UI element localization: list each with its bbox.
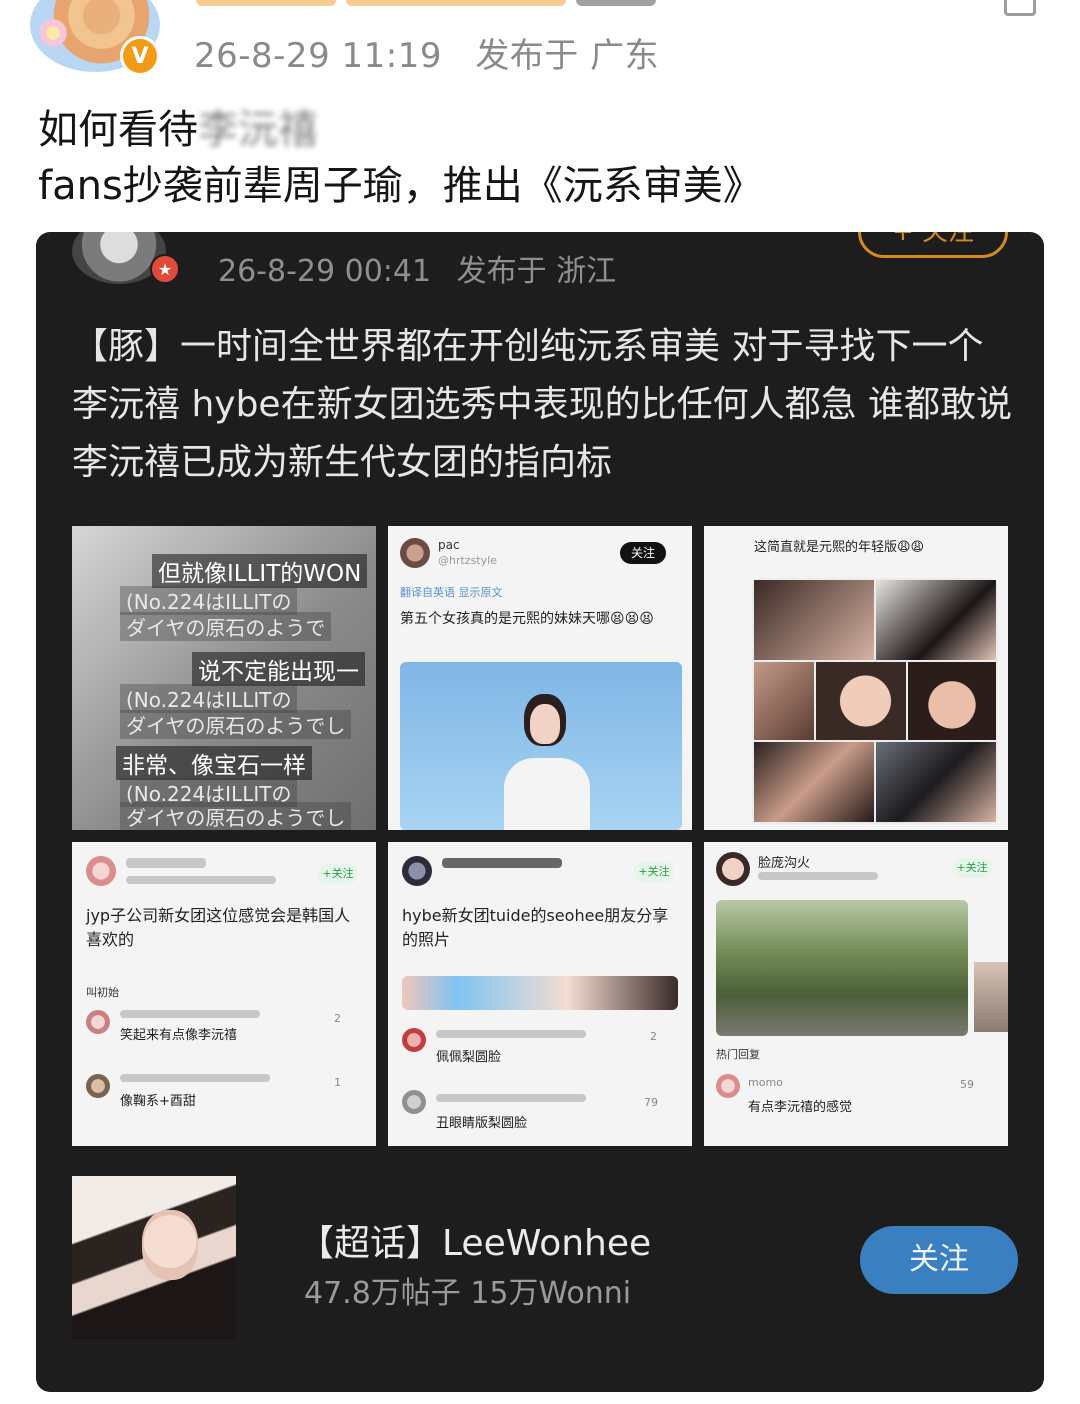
- topic-title: 【超话】LeeWonhee: [298, 1223, 652, 1264]
- subtitle-line: ダイヤの原石のようでし: [120, 802, 352, 830]
- comment-text: 笑起来有点像李沅禧: [120, 1028, 238, 1043]
- comment-likes: 2: [650, 1030, 657, 1043]
- post-text-part: 如何看待: [38, 107, 198, 153]
- mini-photo: [400, 662, 682, 830]
- comment-text: 像鞠系+酉甜: [120, 1094, 196, 1109]
- post-header: V 26-8-29 11:19 发布于 广东: [0, 0, 1080, 92]
- embedded-meta: 26-8-29 00:41 发布于 浙江: [218, 246, 632, 290]
- blurred-commenter: [120, 1074, 270, 1082]
- mini-translate: 翻译自英语 显示原文: [400, 586, 503, 599]
- subtitle-line: (No.224はILLITの: [120, 684, 298, 713]
- author-name-obscured[interactable]: [196, 0, 676, 12]
- embedded-timestamp: 26-8-29 00:41: [218, 254, 432, 289]
- mini-text: jyp子公司新女团这位感觉会是韩国人喜欢的: [86, 906, 351, 949]
- comment-likes: 59: [960, 1078, 974, 1091]
- mini-text: 第五个女孩真的是元熙的妹妹天哪😫😫😫: [400, 611, 654, 627]
- post-meta: 26-8-29 11:19 发布于 广东: [194, 28, 681, 77]
- collage-photo: [876, 580, 996, 660]
- post-location: 发布于 广东: [475, 36, 660, 76]
- collage-photo: [754, 742, 874, 822]
- embedded-follow-button: + 关注: [858, 232, 1008, 258]
- super-topic-card: 【超话】LeeWonhee 47.8万帖子 15万Wonni 关注: [72, 1176, 1018, 1344]
- comment-text: 丑眼睛版梨圆脸: [436, 1116, 528, 1131]
- mini-photo: [402, 976, 678, 1010]
- mini-text: hybe新女团tuide的seohee朋友分享的照片: [402, 906, 669, 949]
- grid-image-5: +关注 hybe新女团tuide的seohee朋友分享的照片 佩佩梨圆脸 2 丑…: [388, 842, 692, 1146]
- mini-follow: +关注: [318, 864, 358, 884]
- subtitle-line: 说不定能出现一: [192, 652, 365, 686]
- collage-photo: [754, 580, 874, 660]
- mini-comments-label: 叫初始: [86, 986, 119, 999]
- post-text-blurred: 李沅禧: [198, 107, 318, 153]
- comment-avatar: [86, 1010, 110, 1034]
- collage-photo: [908, 662, 996, 740]
- blurred-commenter: [120, 1010, 260, 1018]
- comment-avatar: [86, 1074, 110, 1098]
- blurred-sub: [758, 872, 878, 880]
- embedded-screenshot[interactable]: ★ 26-8-29 00:41 发布于 浙江 + 关注 【豚】一时间全世界都在开…: [36, 232, 1044, 1392]
- mini-handle: @hrtzstyle: [438, 554, 497, 567]
- blurred-name: [442, 858, 562, 868]
- comment-text: 有点李沅禧的感觉: [748, 1100, 853, 1115]
- subtitle-line: 但就像ILLIT的WON: [152, 554, 368, 588]
- blurred-commenter: [436, 1094, 586, 1102]
- mini-follow: 关注: [620, 542, 666, 564]
- grid-image-1: 但就像ILLIT的WON (No.224はILLITの ダイヤの原石のようで 说…: [72, 526, 376, 830]
- collage-photo: [876, 742, 996, 822]
- collage-photo: [754, 662, 814, 740]
- post-timestamp: 26-8-29 11:19: [194, 36, 442, 76]
- blurred-sub: [126, 876, 276, 884]
- grid-image-2: pac @hrtzstyle 关注 翻译自英语 显示原文 第五个女孩真的是元熙的…: [388, 526, 692, 830]
- topic-stats: 47.8万帖子 15万Wonni: [304, 1276, 632, 1311]
- embedded-badge-icon: ★: [150, 254, 180, 284]
- mini-avatar: [400, 538, 430, 568]
- embedded-text: 【豚】一时间全世界都在开创纯沅系审美 对于寻找下一个李沅禧 hybe在新女团选秀…: [72, 326, 1013, 483]
- blurred-commenter: [436, 1030, 586, 1038]
- image-grid: 但就像ILLIT的WON (No.224はILLITの ダイヤの原石のようで 说…: [72, 526, 1008, 1146]
- blurred-name: [126, 858, 206, 868]
- grid-image-3: 这简直就是元熙的年轻版😩😩: [704, 526, 1008, 830]
- embedded-location: 发布于 浙江: [456, 254, 617, 289]
- mini-photo-side: [974, 962, 1008, 1032]
- subtitle-line: 非常、像宝石一样: [116, 746, 312, 780]
- bookmark-icon[interactable]: [1004, 0, 1036, 16]
- mini-avatar: [402, 856, 432, 886]
- comment-likes: 1: [334, 1076, 341, 1089]
- commenter-name: momo: [748, 1076, 783, 1089]
- mini-section: 热门回复: [716, 1048, 760, 1061]
- grid-image-6: 脸庞沟火 +关注 热门回复 momo 有点李沅禧的感觉 59: [704, 842, 1008, 1146]
- verified-badge-icon: V: [120, 36, 160, 76]
- mini-avatar: [86, 856, 116, 886]
- comment-avatar: [716, 1074, 740, 1098]
- subtitle-line: ダイヤの原石のようで: [120, 612, 332, 641]
- mini-photo-face: [530, 704, 560, 744]
- collage-photo: [816, 662, 906, 740]
- mini-follow: +关注: [634, 862, 674, 882]
- comment-avatar: [402, 1090, 426, 1114]
- mini-photo: [716, 900, 968, 1036]
- collage: [752, 578, 998, 824]
- post-text-part: fans抄袭前辈周子瑜，推出《沅系审美》: [38, 163, 763, 209]
- mini-photo-shirt: [504, 758, 590, 830]
- topic-follow-button: 关注: [860, 1226, 1018, 1294]
- comment-text: 佩佩梨圆脸: [436, 1050, 502, 1065]
- comment-likes: 2: [334, 1012, 341, 1025]
- comment-likes: 79: [644, 1096, 658, 1109]
- mini-name: pac: [438, 538, 460, 552]
- mini-follow: +关注: [952, 858, 992, 878]
- mini-name: 脸庞沟火: [758, 856, 811, 871]
- grid-image-4: +关注 jyp子公司新女团这位感觉会是韩国人喜欢的 叫初始 笑起来有点像李沅禧 …: [72, 842, 376, 1146]
- post-body: 如何看待李沅禧 fans抄袭前辈周子瑜，推出《沅系审美》: [38, 102, 1042, 214]
- mini-avatar: [716, 852, 750, 886]
- subtitle-line: ダイヤの原石のようでし: [120, 710, 352, 739]
- topic-cover-image: [72, 1176, 236, 1340]
- mini-caption: 这简直就是元熙的年轻版😩😩: [754, 540, 925, 555]
- comment-avatar: [402, 1028, 426, 1052]
- subtitle-line: (No.224はILLITの: [120, 586, 298, 615]
